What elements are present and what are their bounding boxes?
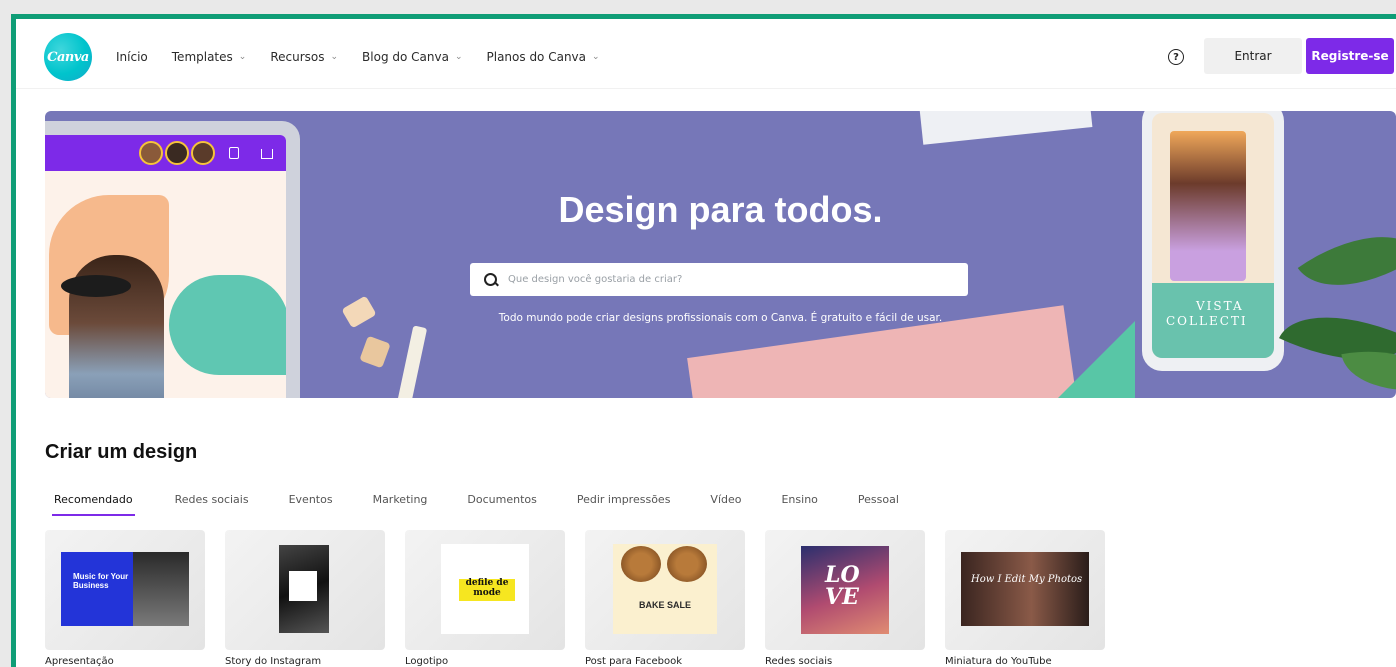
- nav-item-planos[interactable]: Planos do Canva ⌄: [487, 50, 600, 64]
- search-input[interactable]: [508, 274, 928, 285]
- tab-redes-sociais[interactable]: Redes sociais: [175, 493, 249, 516]
- chevron-down-icon: ⌄: [454, 52, 463, 62]
- tab-pedir-impressoes[interactable]: Pedir impressões: [577, 493, 671, 516]
- thumbnail-photo: [133, 552, 189, 626]
- tab-ensino[interactable]: Ensino: [781, 493, 817, 516]
- tab-documentos[interactable]: Documentos: [467, 493, 536, 516]
- presentation-thumbnail: Music for Your Business: [61, 552, 189, 626]
- browser-viewport: Canva Início Templates ⌄ Recursos ⌄ Blog…: [11, 14, 1396, 667]
- share-icon: [261, 149, 273, 159]
- login-button[interactable]: Entrar: [1204, 38, 1302, 74]
- card-thumbnail: LO VE: [765, 530, 925, 650]
- copy-icon: [229, 147, 239, 159]
- tab-video[interactable]: Vídeo: [710, 493, 741, 516]
- thumbnail-text: How I Edit My Photos: [971, 574, 1083, 585]
- card-thumbnail: Music for Your Business: [45, 530, 205, 650]
- card-label: Logotipo: [405, 656, 449, 667]
- nav-item-inicio[interactable]: Início: [116, 50, 148, 64]
- design-card-miniatura-youtube[interactable]: How I Edit My Photos Miniatura do YouTub…: [945, 530, 1105, 667]
- nav-item-templates[interactable]: Templates ⌄: [172, 50, 247, 64]
- avatar: [165, 141, 189, 165]
- top-navigation-bar: Canva Início Templates ⌄ Recursos ⌄ Blog…: [16, 19, 1396, 89]
- nav-item-label: Planos do Canva: [486, 50, 587, 64]
- tab-pessoal[interactable]: Pessoal: [858, 493, 899, 516]
- card-label: Apresentação: [45, 656, 114, 667]
- facebook-post-thumbnail: BAKE SALE: [613, 544, 717, 634]
- card-label: Miniatura do YouTube: [945, 656, 1052, 667]
- logo-text: Canva: [47, 49, 89, 65]
- nav-item-label: Início: [116, 50, 148, 64]
- card-thumbnail: BAKE SALE: [585, 530, 745, 650]
- story-thumbnail: [279, 545, 329, 633]
- chevron-down-icon: ⌄: [592, 52, 600, 62]
- tablet-screen: [45, 135, 286, 398]
- page-background: Canva Início Templates ⌄ Recursos ⌄ Blog…: [0, 0, 1396, 667]
- search-icon: [484, 272, 498, 287]
- hat-shape: [61, 275, 131, 297]
- tablet-toolbar: [45, 135, 286, 171]
- pencil-illustration: [396, 325, 428, 398]
- decorative-shape: [169, 275, 286, 375]
- design-type-cards: Music for Your Business Apresentação Sto…: [45, 530, 1125, 667]
- chevron-down-icon: ⌄: [330, 52, 339, 62]
- thumbnail-text: Music for Your Business: [61, 552, 133, 626]
- card-thumbnail: [225, 530, 385, 650]
- paper-illustration: [917, 111, 1093, 145]
- teal-shape: [1045, 321, 1135, 398]
- phone-illustration: VISTA COLLECTI: [1142, 111, 1284, 371]
- design-category-tabs: Recomendado Redes sociais Eventos Market…: [52, 493, 939, 516]
- signup-button[interactable]: Registre-se: [1306, 38, 1394, 74]
- logo-thumbnail: defile de mode: [441, 544, 529, 634]
- pencil-shaving: [359, 335, 391, 369]
- card-label: Redes sociais: [765, 656, 833, 667]
- chevron-down-icon: ⌄: [238, 52, 247, 62]
- social-thumbnail: LO VE: [801, 546, 889, 634]
- design-card-story-instagram[interactable]: Story do Instagram: [225, 530, 385, 667]
- card-label: Story do Instagram: [225, 656, 322, 667]
- help-icon[interactable]: ?: [1168, 49, 1184, 65]
- youtube-thumbnail: How I Edit My Photos: [961, 552, 1089, 626]
- tablet-illustration: [45, 121, 300, 398]
- cookie-image: [621, 546, 661, 582]
- hero-search-box[interactable]: [470, 263, 968, 296]
- avatar: [139, 141, 163, 165]
- design-card-apresentacao[interactable]: Music for Your Business Apresentação: [45, 530, 205, 667]
- tab-recomendado[interactable]: Recomendado: [52, 493, 135, 516]
- nav-item-label: Recursos: [270, 50, 325, 64]
- nav-item-label: Templates: [171, 50, 233, 64]
- canva-logo[interactable]: Canva: [44, 33, 92, 81]
- cookie-image: [667, 546, 707, 582]
- thumbnail-text: LO VE: [825, 562, 860, 610]
- tab-marketing[interactable]: Marketing: [373, 493, 428, 516]
- avatar: [191, 141, 215, 165]
- hero-subtitle: Todo mundo pode criar designs profission…: [498, 312, 943, 324]
- tab-eventos[interactable]: Eventos: [289, 493, 333, 516]
- thumbnail-photo: [289, 571, 317, 601]
- hero-banner: VISTA COLLECTI Design para todos. Todo m…: [45, 111, 1396, 398]
- card-label: Post para Facebook: [585, 656, 682, 667]
- section-title: Criar um design: [45, 441, 198, 463]
- design-card-post-facebook[interactable]: BAKE SALE Post para Facebook: [585, 530, 745, 667]
- hero-title: Design para todos.: [558, 189, 883, 230]
- thumbnail-text: BAKE SALE: [638, 600, 691, 610]
- nav-item-label: Blog do Canva: [362, 50, 449, 64]
- nav-item-blog[interactable]: Blog do Canva ⌄: [362, 50, 462, 64]
- design-card-logotipo[interactable]: defile de mode Logotipo: [405, 530, 565, 667]
- thumbnail-text: defile de mode: [465, 578, 509, 598]
- design-card-redes-sociais[interactable]: LO VE Redes sociais: [765, 530, 925, 667]
- main-nav: Início Templates ⌄ Recursos ⌄ Blog do Ca…: [116, 19, 624, 95]
- card-thumbnail: defile de mode: [405, 530, 565, 650]
- card-thumbnail: How I Edit My Photos: [945, 530, 1105, 650]
- nav-item-recursos[interactable]: Recursos ⌄: [270, 50, 338, 64]
